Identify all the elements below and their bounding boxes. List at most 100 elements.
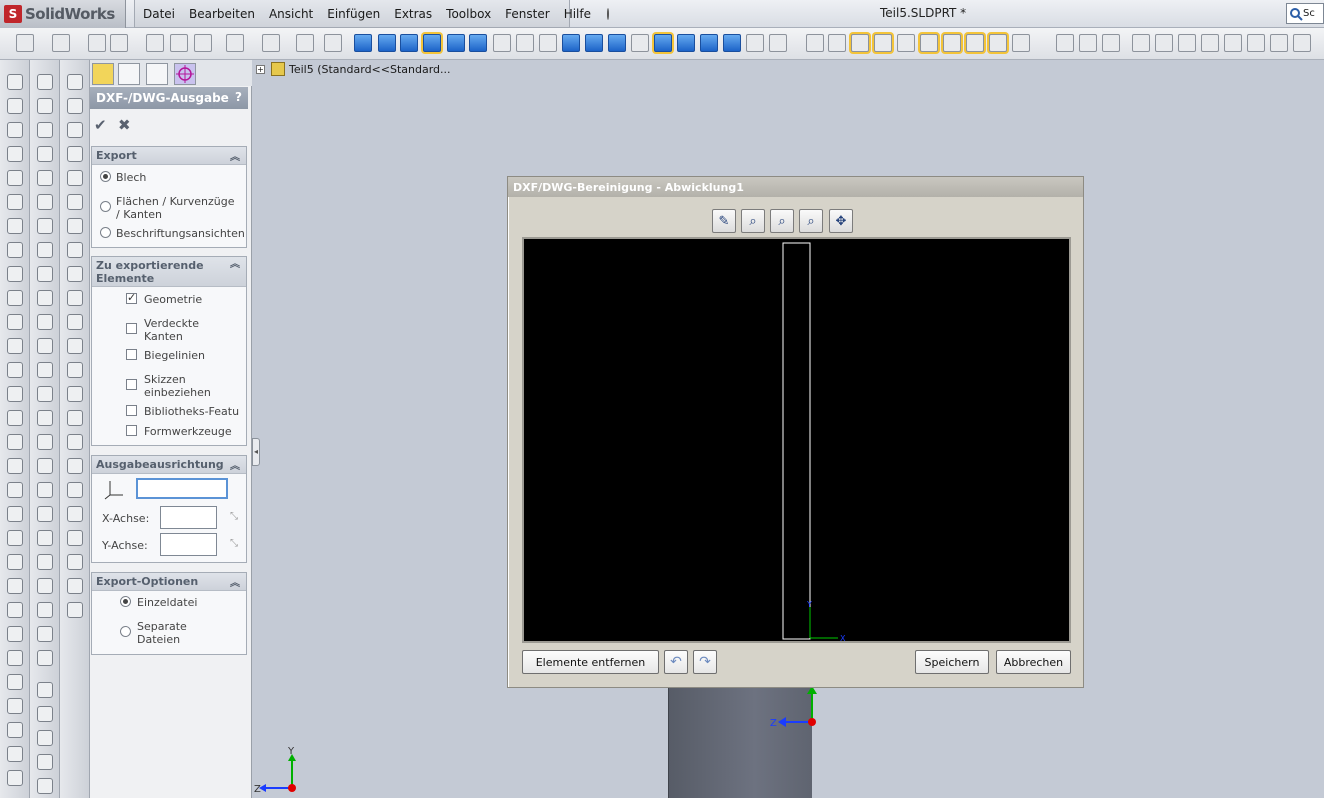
- filter-annotations-icon[interactable]: [943, 34, 961, 52]
- filter-sketch-icon[interactable]: [920, 34, 938, 52]
- orientation-group-header[interactable]: Ausgabeausrichtung ︽: [92, 456, 246, 474]
- radio-beschriftungsansichten[interactable]: [100, 227, 111, 238]
- view-normal-icon[interactable]: [493, 34, 511, 52]
- filter-points-icon[interactable]: [989, 34, 1007, 52]
- offset-entities-icon[interactable]: [37, 530, 53, 546]
- collapse-chevron-icon[interactable]: ︽: [230, 148, 240, 163]
- x-axis-field[interactable]: [160, 506, 217, 529]
- three-point-arc-icon[interactable]: [37, 362, 53, 378]
- radio-einzeldatei[interactable]: [120, 596, 131, 607]
- dimension-icon[interactable]: [37, 98, 53, 114]
- cancel-button[interactable]: Abbrechen: [996, 650, 1071, 674]
- baseline-icon[interactable]: [37, 778, 53, 794]
- fillet-icon[interactable]: [7, 242, 23, 258]
- sketch-fillet-icon[interactable]: [37, 434, 53, 450]
- cancel-icon[interactable]: ✖: [118, 116, 131, 134]
- point-icon[interactable]: [37, 194, 53, 210]
- spline-icon[interactable]: [37, 578, 53, 594]
- replace-face-icon[interactable]: [67, 386, 83, 402]
- relations-icon[interactable]: [769, 34, 787, 52]
- line-icon[interactable]: [37, 146, 53, 162]
- chamfer-icon[interactable]: [7, 266, 23, 282]
- elements-group-header[interactable]: Zu exportierende Elemente ︽: [92, 257, 246, 287]
- menu-datei[interactable]: Datei: [143, 7, 175, 21]
- cut-extrude-icon[interactable]: [7, 170, 23, 186]
- collapse-chevron-icon[interactable]: ︽: [230, 457, 240, 472]
- pan-icon[interactable]: ✥: [829, 209, 853, 233]
- perspective-icon[interactable]: [608, 34, 626, 52]
- extend-surface-icon[interactable]: [67, 290, 83, 306]
- redo-icon[interactable]: [262, 34, 280, 52]
- convert-entities-icon[interactable]: [37, 554, 53, 570]
- planar-surface-icon[interactable]: [67, 218, 83, 234]
- view-top-icon[interactable]: [447, 34, 465, 52]
- save-icon[interactable]: [88, 34, 106, 52]
- print-preview-icon[interactable]: [146, 34, 164, 52]
- sheetmetal-miter-icon[interactable]: [1102, 34, 1120, 52]
- appearance-icon[interactable]: [700, 34, 718, 52]
- flat-pattern-outline[interactable]: [782, 242, 811, 640]
- property-manager-tab-icon[interactable]: [118, 63, 140, 85]
- loft-icon[interactable]: [7, 146, 23, 162]
- rib-icon[interactable]: [7, 290, 23, 306]
- filter-text-icon[interactable]: [966, 34, 984, 52]
- sketch-start-icon[interactable]: [37, 74, 53, 90]
- cut-sweep-icon[interactable]: [7, 218, 23, 234]
- tree-expand-icon[interactable]: +: [256, 64, 265, 74]
- options-icon[interactable]: [170, 34, 188, 52]
- boundary-surface-icon[interactable]: [67, 170, 83, 186]
- filter-edges-icon[interactable]: [874, 34, 892, 52]
- zoom-area-icon[interactable]: ⌕: [770, 209, 794, 233]
- mid-surface-icon[interactable]: [67, 506, 83, 522]
- menu-einfuegen[interactable]: Einfügen: [327, 7, 380, 21]
- sheetmetal-edge-icon[interactable]: [1079, 34, 1097, 52]
- hole-icon[interactable]: [7, 362, 23, 378]
- undo-icon[interactable]: ↶: [664, 650, 688, 674]
- delete-hole-icon[interactable]: [67, 578, 83, 594]
- revolve-icon[interactable]: [7, 98, 23, 114]
- save-button[interactable]: Speichern: [915, 650, 989, 674]
- curve-icon[interactable]: [7, 554, 23, 570]
- filled-surface-icon[interactable]: [67, 194, 83, 210]
- print-icon[interactable]: [110, 34, 128, 52]
- pattern-linear-icon[interactable]: [7, 410, 23, 426]
- export-group-header[interactable]: Export ︽: [92, 147, 246, 165]
- eraser-icon[interactable]: [37, 122, 53, 138]
- perimeter-circle-icon[interactable]: [37, 314, 53, 330]
- trim-surface-icon[interactable]: [67, 314, 83, 330]
- checkbox-verdeckte-kanten[interactable]: [126, 323, 137, 334]
- menu-extras[interactable]: Extras: [394, 7, 432, 21]
- pin-icon[interactable]: [607, 7, 609, 20]
- undo-icon[interactable]: [226, 34, 244, 52]
- menu-fenster[interactable]: Fenster: [505, 7, 550, 21]
- view-front-icon[interactable]: [354, 34, 372, 52]
- checkbox-geometrie[interactable]: [126, 291, 137, 304]
- combine-icon[interactable]: [7, 770, 23, 786]
- sketch-icon[interactable]: [806, 34, 824, 52]
- hide-show-icon[interactable]: [677, 34, 695, 52]
- parallelogram-icon[interactable]: [37, 458, 53, 474]
- extrude-icon[interactable]: [7, 74, 23, 90]
- shaded-icon[interactable]: [562, 34, 580, 52]
- menu-toolbox[interactable]: Toolbox: [446, 7, 491, 21]
- pattern-circular-icon[interactable]: [7, 434, 23, 450]
- surface-sweep-icon[interactable]: [67, 122, 83, 138]
- path-icon[interactable]: [37, 706, 53, 722]
- surface-cut-icon[interactable]: [67, 458, 83, 474]
- configuration-manager-tab-icon[interactable]: [146, 63, 168, 85]
- menu-bearbeiten[interactable]: Bearbeiten: [189, 7, 255, 21]
- intersect-icon[interactable]: [7, 698, 23, 714]
- trim-icon[interactable]: [37, 602, 53, 618]
- dimension-chain-icon[interactable]: [37, 754, 53, 770]
- coordinate-system-icon[interactable]: [7, 530, 23, 546]
- zoom-inout-icon[interactable]: ⌕: [799, 209, 823, 233]
- surface-revolve-icon[interactable]: [67, 98, 83, 114]
- pan-zoom-icon[interactable]: ✎: [712, 209, 736, 233]
- sweep-icon[interactable]: [7, 122, 23, 138]
- select-icon[interactable]: [324, 34, 342, 52]
- thicken-icon[interactable]: [67, 434, 83, 450]
- shell-icon[interactable]: [7, 314, 23, 330]
- reference-axis-icon[interactable]: [7, 506, 23, 522]
- view-settings-icon[interactable]: [746, 34, 764, 52]
- ruled-surface-icon[interactable]: [67, 266, 83, 282]
